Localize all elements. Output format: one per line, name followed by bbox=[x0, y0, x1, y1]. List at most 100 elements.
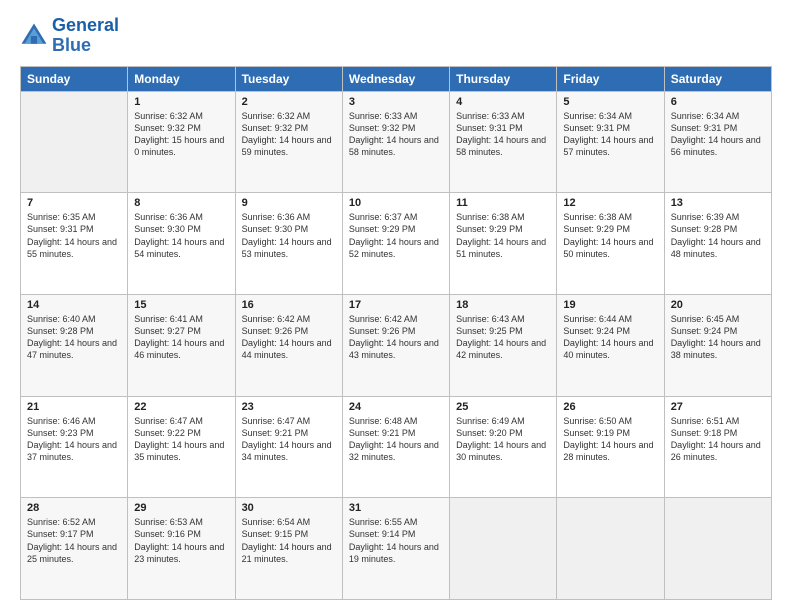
day-number: 3 bbox=[349, 96, 443, 108]
header-cell-saturday: Saturday bbox=[664, 66, 771, 91]
cell-text: Sunrise: 6:51 AMSunset: 9:18 PMDaylight:… bbox=[671, 415, 765, 464]
day-number: 5 bbox=[563, 96, 657, 108]
header-cell-sunday: Sunday bbox=[21, 66, 128, 91]
day-number: 11 bbox=[456, 197, 550, 209]
cell-w1-d1: 8 Sunrise: 6:36 AMSunset: 9:30 PMDaylight… bbox=[128, 193, 235, 295]
day-number: 9 bbox=[242, 197, 336, 209]
cell-text: Sunrise: 6:53 AMSunset: 9:16 PMDaylight:… bbox=[134, 516, 228, 565]
header: General Blue bbox=[20, 16, 772, 56]
logo: General Blue bbox=[20, 16, 119, 56]
cell-w0-d6: 6 Sunrise: 6:34 AMSunset: 9:31 PMDaylight… bbox=[664, 91, 771, 193]
day-number: 25 bbox=[456, 401, 550, 413]
day-number: 29 bbox=[134, 502, 228, 514]
cell-w4-d3: 31 Sunrise: 6:55 AMSunset: 9:14 PMDayligh… bbox=[342, 498, 449, 600]
calendar-body: 1 Sunrise: 6:32 AMSunset: 9:32 PMDaylight… bbox=[21, 91, 772, 599]
cell-w1-d4: 11 Sunrise: 6:38 AMSunset: 9:29 PMDayligh… bbox=[450, 193, 557, 295]
day-number: 31 bbox=[349, 502, 443, 514]
day-number: 19 bbox=[563, 299, 657, 311]
cell-text: Sunrise: 6:47 AMSunset: 9:21 PMDaylight:… bbox=[242, 415, 336, 464]
week-row-1: 7 Sunrise: 6:35 AMSunset: 9:31 PMDaylight… bbox=[21, 193, 772, 295]
cell-text: Sunrise: 6:49 AMSunset: 9:20 PMDaylight:… bbox=[456, 415, 550, 464]
calendar-header: SundayMondayTuesdayWednesdayThursdayFrid… bbox=[21, 66, 772, 91]
cell-w4-d2: 30 Sunrise: 6:54 AMSunset: 9:15 PMDayligh… bbox=[235, 498, 342, 600]
day-number: 28 bbox=[27, 502, 121, 514]
cell-text: Sunrise: 6:55 AMSunset: 9:14 PMDaylight:… bbox=[349, 516, 443, 565]
cell-text: Sunrise: 6:32 AMSunset: 9:32 PMDaylight:… bbox=[242, 110, 336, 159]
cell-text: Sunrise: 6:41 AMSunset: 9:27 PMDaylight:… bbox=[134, 313, 228, 362]
cell-w0-d4: 4 Sunrise: 6:33 AMSunset: 9:31 PMDaylight… bbox=[450, 91, 557, 193]
cell-text: Sunrise: 6:54 AMSunset: 9:15 PMDaylight:… bbox=[242, 516, 336, 565]
cell-w0-d0 bbox=[21, 91, 128, 193]
cell-w2-d3: 17 Sunrise: 6:42 AMSunset: 9:26 PMDayligh… bbox=[342, 294, 449, 396]
cell-w3-d4: 25 Sunrise: 6:49 AMSunset: 9:20 PMDayligh… bbox=[450, 396, 557, 498]
cell-w2-d6: 20Sunrise: 6:45 AMSunset: 9:24 PMDayligh… bbox=[664, 294, 771, 396]
cell-w1-d2: 9 Sunrise: 6:36 AMSunset: 9:30 PMDaylight… bbox=[235, 193, 342, 295]
day-number: 8 bbox=[134, 197, 228, 209]
cell-text: Sunrise: 6:33 AMSunset: 9:31 PMDaylight:… bbox=[456, 110, 550, 159]
header-cell-wednesday: Wednesday bbox=[342, 66, 449, 91]
day-number: 14 bbox=[27, 299, 121, 311]
cell-w3-d2: 23 Sunrise: 6:47 AMSunset: 9:21 PMDayligh… bbox=[235, 396, 342, 498]
day-number: 10 bbox=[349, 197, 443, 209]
cell-text: Sunrise: 6:47 AMSunset: 9:22 PMDaylight:… bbox=[134, 415, 228, 464]
cell-text: Sunrise: 6:35 AMSunset: 9:31 PMDaylight:… bbox=[27, 211, 121, 260]
day-number: 21 bbox=[27, 401, 121, 413]
cell-w2-d1: 15 Sunrise: 6:41 AMSunset: 9:27 PMDayligh… bbox=[128, 294, 235, 396]
cell-w3-d6: 27 Sunrise: 6:51 AMSunset: 9:18 PMDayligh… bbox=[664, 396, 771, 498]
header-cell-thursday: Thursday bbox=[450, 66, 557, 91]
day-number: 13 bbox=[671, 197, 765, 209]
logo-line2: Blue bbox=[52, 35, 91, 55]
cell-w1-d5: 12 Sunrise: 6:38 AMSunset: 9:29 PMDayligh… bbox=[557, 193, 664, 295]
cell-w1-d0: 7 Sunrise: 6:35 AMSunset: 9:31 PMDaylight… bbox=[21, 193, 128, 295]
cell-text: Sunrise: 6:34 AMSunset: 9:31 PMDaylight:… bbox=[671, 110, 765, 159]
cell-text: Sunrise: 6:45 AMSunset: 9:24 PMDaylight:… bbox=[671, 313, 765, 362]
header-cell-friday: Friday bbox=[557, 66, 664, 91]
week-row-0: 1 Sunrise: 6:32 AMSunset: 9:32 PMDaylight… bbox=[21, 91, 772, 193]
cell-text: Sunrise: 6:38 AMSunset: 9:29 PMDaylight:… bbox=[456, 211, 550, 260]
cell-text: Sunrise: 6:38 AMSunset: 9:29 PMDaylight:… bbox=[563, 211, 657, 260]
day-number: 17 bbox=[349, 299, 443, 311]
day-number: 24 bbox=[349, 401, 443, 413]
day-number: 30 bbox=[242, 502, 336, 514]
cell-w3-d0: 21 Sunrise: 6:46 AMSunset: 9:23 PMDayligh… bbox=[21, 396, 128, 498]
week-row-4: 28 Sunrise: 6:52 AMSunset: 9:17 PMDayligh… bbox=[21, 498, 772, 600]
day-number: 23 bbox=[242, 401, 336, 413]
page: General Blue SundayMondayTuesdayWednesda… bbox=[0, 0, 792, 612]
cell-w4-d0: 28 Sunrise: 6:52 AMSunset: 9:17 PMDayligh… bbox=[21, 498, 128, 600]
day-number: 7 bbox=[27, 197, 121, 209]
day-number: 22 bbox=[134, 401, 228, 413]
day-number: 16 bbox=[242, 299, 336, 311]
day-number: 1 bbox=[134, 96, 228, 108]
cell-text: Sunrise: 6:33 AMSunset: 9:32 PMDaylight:… bbox=[349, 110, 443, 159]
day-number: 18 bbox=[456, 299, 550, 311]
day-number: 4 bbox=[456, 96, 550, 108]
day-number: 27 bbox=[671, 401, 765, 413]
header-cell-tuesday: Tuesday bbox=[235, 66, 342, 91]
cell-text: Sunrise: 6:36 AMSunset: 9:30 PMDaylight:… bbox=[134, 211, 228, 260]
calendar-table: SundayMondayTuesdayWednesdayThursdayFrid… bbox=[20, 66, 772, 600]
cell-w1-d3: 10Sunrise: 6:37 AMSunset: 9:29 PMDayligh… bbox=[342, 193, 449, 295]
cell-text: Sunrise: 6:52 AMSunset: 9:17 PMDaylight:… bbox=[27, 516, 121, 565]
cell-text: Sunrise: 6:42 AMSunset: 9:26 PMDaylight:… bbox=[349, 313, 443, 362]
header-cell-monday: Monday bbox=[128, 66, 235, 91]
cell-text: Sunrise: 6:34 AMSunset: 9:31 PMDaylight:… bbox=[563, 110, 657, 159]
cell-w0-d1: 1 Sunrise: 6:32 AMSunset: 9:32 PMDaylight… bbox=[128, 91, 235, 193]
cell-w3-d3: 24 Sunrise: 6:48 AMSunset: 9:21 PMDayligh… bbox=[342, 396, 449, 498]
header-row: SundayMondayTuesdayWednesdayThursdayFrid… bbox=[21, 66, 772, 91]
cell-w0-d3: 3 Sunrise: 6:33 AMSunset: 9:32 PMDaylight… bbox=[342, 91, 449, 193]
day-number: 15 bbox=[134, 299, 228, 311]
cell-text: Sunrise: 6:40 AMSunset: 9:28 PMDaylight:… bbox=[27, 313, 121, 362]
cell-w2-d4: 18Sunrise: 6:43 AMSunset: 9:25 PMDayligh… bbox=[450, 294, 557, 396]
cell-text: Sunrise: 6:36 AMSunset: 9:30 PMDaylight:… bbox=[242, 211, 336, 260]
cell-text: Sunrise: 6:32 AMSunset: 9:32 PMDaylight:… bbox=[134, 110, 228, 159]
cell-text: Sunrise: 6:48 AMSunset: 9:21 PMDaylight:… bbox=[349, 415, 443, 464]
cell-w4-d4 bbox=[450, 498, 557, 600]
cell-w4-d1: 29 Sunrise: 6:53 AMSunset: 9:16 PMDayligh… bbox=[128, 498, 235, 600]
cell-text: Sunrise: 6:46 AMSunset: 9:23 PMDaylight:… bbox=[27, 415, 121, 464]
cell-w2-d0: 14 Sunrise: 6:40 AMSunset: 9:28 PMDayligh… bbox=[21, 294, 128, 396]
day-number: 6 bbox=[671, 96, 765, 108]
logo-line1: General bbox=[52, 15, 119, 35]
logo-icon bbox=[20, 22, 48, 50]
logo-text: General Blue bbox=[52, 16, 119, 56]
day-number: 12 bbox=[563, 197, 657, 209]
